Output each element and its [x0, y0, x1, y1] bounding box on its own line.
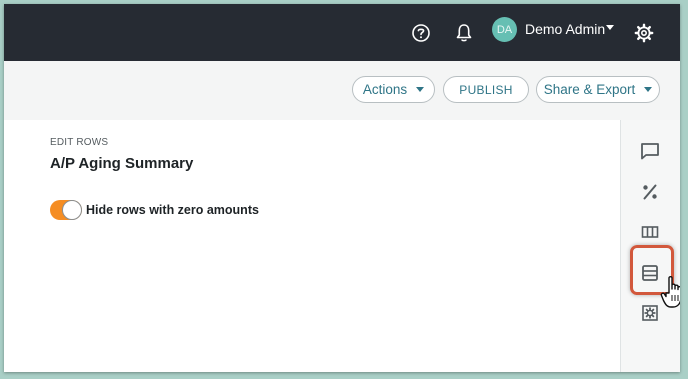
top-navigation-bar: DA Demo Admin	[4, 4, 680, 61]
toggle-label: Hide rows with zero amounts	[86, 203, 259, 217]
publish-button[interactable]: PUBLISH	[443, 76, 529, 103]
toggle-knob	[62, 200, 82, 220]
hand-pointer-cursor-icon	[660, 275, 680, 308]
actions-button-label: Actions	[362, 82, 408, 97]
help-icon[interactable]	[406, 18, 436, 48]
edit-rows-panel: EDIT ROWS A/P Aging Summary Hide rows wi…	[4, 120, 620, 372]
actions-button[interactable]: Actions	[352, 76, 435, 103]
chevron-down-icon	[416, 87, 425, 92]
section-label: EDIT ROWS	[50, 137, 109, 148]
gear-icon[interactable]	[629, 18, 659, 48]
share-export-button[interactable]: Share & Export	[536, 76, 660, 103]
report-toolbar: Actions PUBLISH Share & Export	[4, 61, 680, 120]
chevron-down-icon	[644, 87, 653, 92]
app-window: DA Demo Admin Actions PUBLISH Share & Ex…	[4, 4, 680, 372]
hide-zero-rows-toggle[interactable]	[50, 200, 82, 220]
bell-icon[interactable]	[449, 18, 479, 48]
user-menu-caret-icon[interactable]	[606, 25, 614, 30]
user-name[interactable]: Demo Admin	[525, 21, 605, 37]
share-export-button-label: Share & Export	[543, 82, 636, 97]
percent-icon[interactable]	[637, 179, 663, 205]
comment-icon[interactable]	[637, 138, 663, 164]
columns-icon[interactable]	[637, 219, 663, 245]
publish-button-label: PUBLISH	[459, 82, 513, 97]
avatar[interactable]: DA	[492, 17, 517, 42]
panel-title: A/P Aging Summary	[50, 155, 194, 172]
